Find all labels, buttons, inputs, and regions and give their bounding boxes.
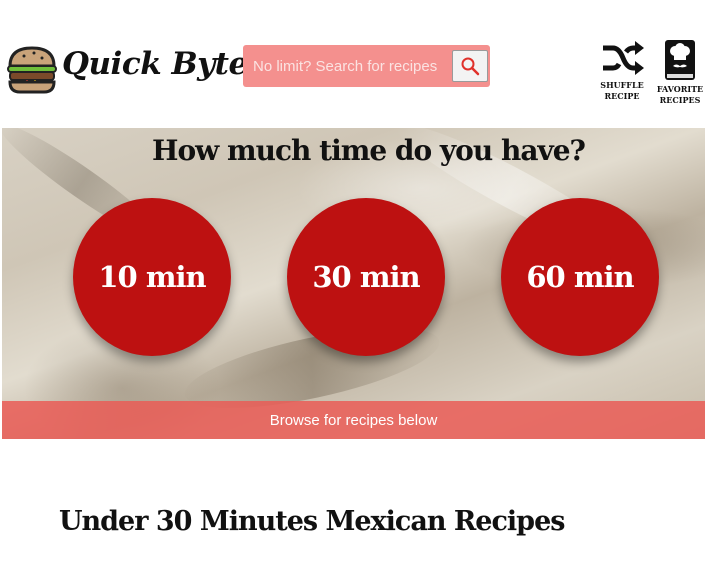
time-30-min-label: 30 min	[312, 260, 420, 294]
favorite-recipes-button[interactable]: FAVORITE RECIPES	[650, 38, 705, 106]
shuffle-recipe-label: SHUFFLE RECIPE	[600, 80, 644, 101]
site-header: Quick Bytes SHUFFLE RECIPE FAVORITE RECI…	[0, 0, 705, 128]
brand-name[interactable]: Quick Bytes	[62, 46, 265, 82]
chef-book-icon	[665, 40, 695, 80]
burger-icon[interactable]	[4, 44, 60, 96]
search-input[interactable]	[243, 45, 445, 87]
time-10-min-button[interactable]: 10 min	[73, 198, 231, 356]
time-30-min-button[interactable]: 30 min	[287, 198, 445, 356]
hero-title: How much time do you have?	[152, 134, 586, 167]
time-60-min-label: 60 min	[526, 260, 634, 294]
shuffle-recipe-button[interactable]: SHUFFLE RECIPE	[592, 38, 652, 102]
browse-recipes-label: Browse for recipes below	[269, 411, 438, 429]
time-60-min-button[interactable]: 60 min	[501, 198, 659, 356]
section-title: Under 30 Minutes Mexican Recipes	[59, 506, 565, 537]
time-10-min-label: 10 min	[98, 260, 206, 294]
search-button[interactable]	[452, 50, 488, 82]
browse-recipes-bar[interactable]: Browse for recipes below	[2, 401, 705, 439]
favorite-recipes-label: FAVORITE RECIPES	[656, 84, 704, 105]
search-icon	[461, 57, 480, 76]
hero-banner: How much time do you have? 10 min 30 min…	[2, 128, 705, 439]
shuffle-icon	[603, 41, 644, 75]
